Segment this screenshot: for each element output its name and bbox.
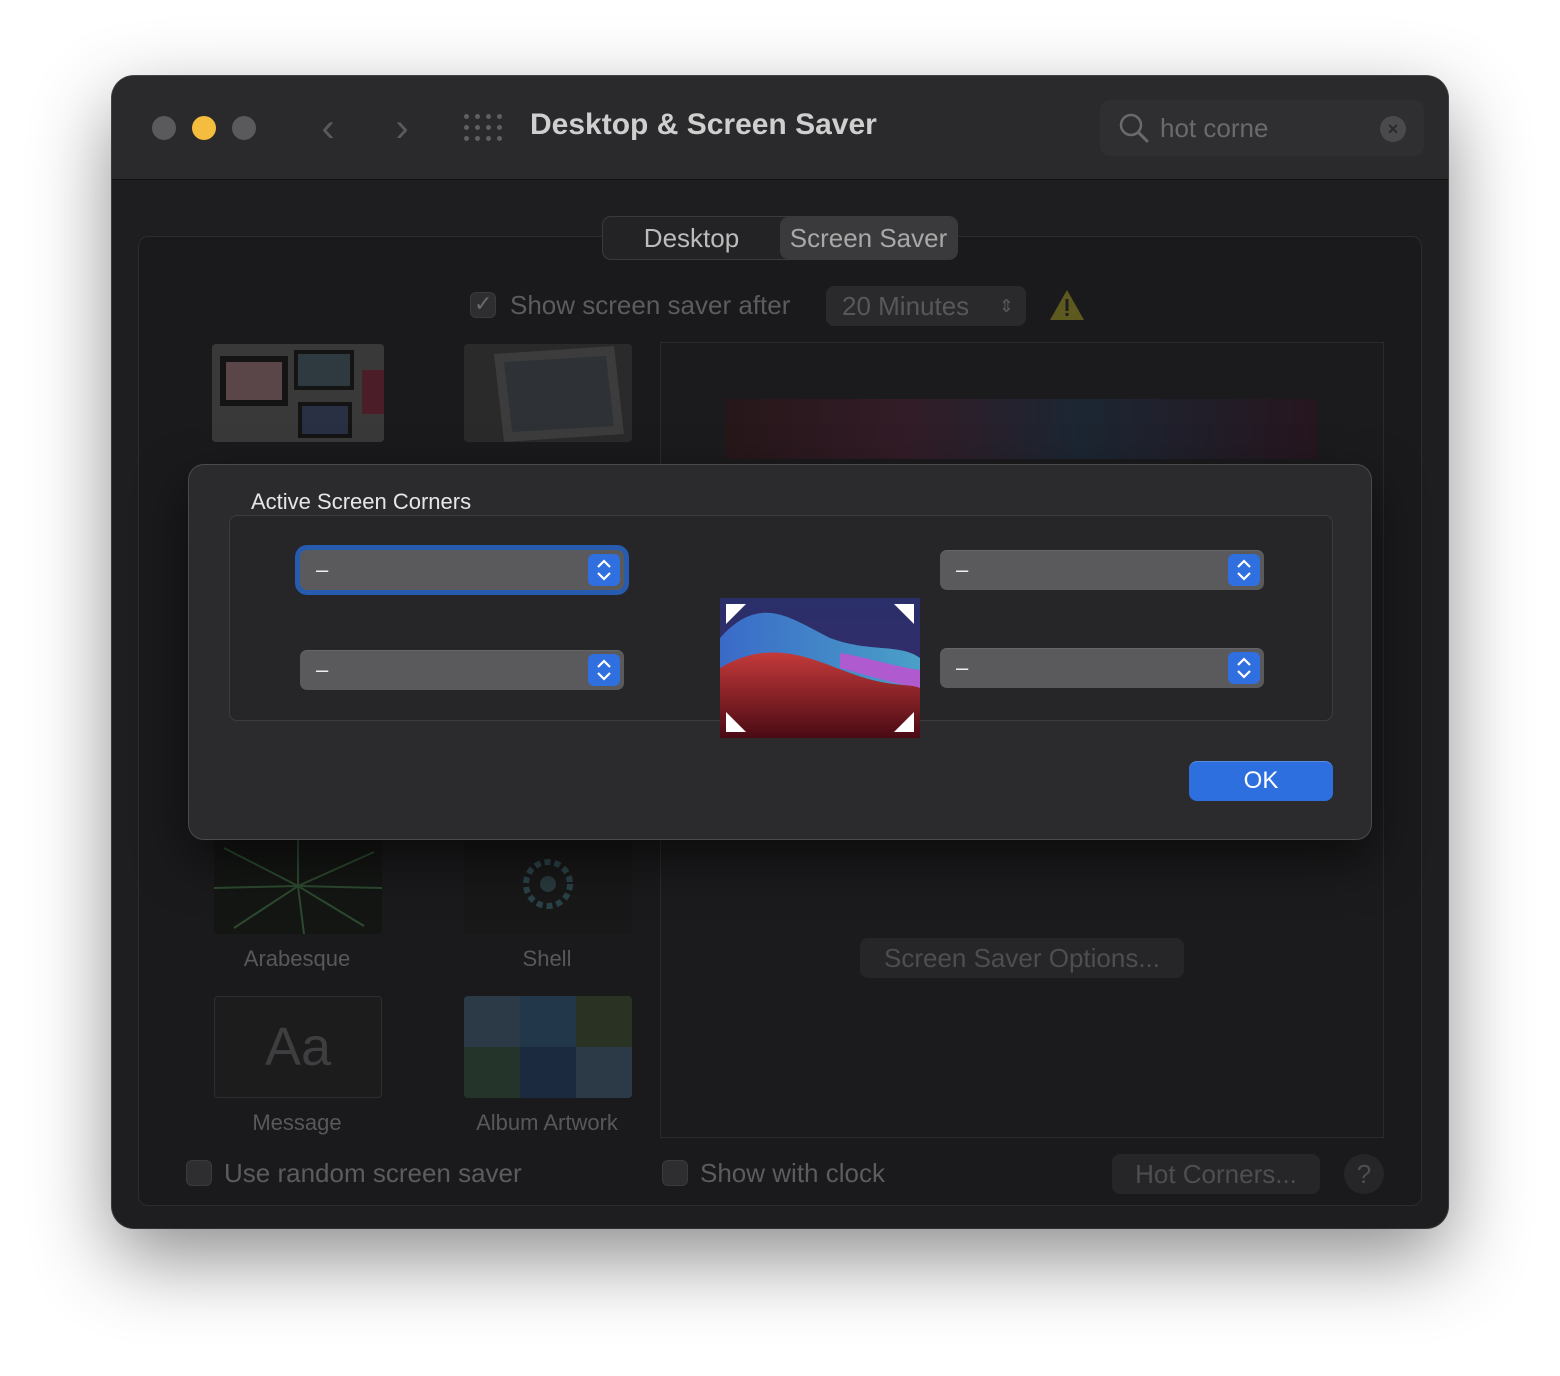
vintage-prints-image (464, 344, 632, 442)
saver-thumb-album-artwork[interactable] (464, 996, 632, 1098)
tab-segmented-control: Desktop Screen Saver (602, 216, 958, 260)
popup-stepper-icon (588, 654, 620, 686)
screen-saver-options-button[interactable]: Screen Saver Options... (860, 938, 1184, 978)
random-saver-label: Use random screen saver (224, 1158, 522, 1188)
help-button[interactable]: ? (1344, 1154, 1384, 1194)
bottom-left-corner-popup[interactable]: – (300, 650, 624, 690)
sheet-title: Active Screen Corners (251, 489, 472, 514)
saver-label-arabesque: Arabesque (243, 946, 351, 971)
saver-label-album-artwork: Album Artwork (476, 1110, 618, 1135)
close-window-button[interactable] (152, 116, 176, 140)
bottom-right-corner-value: – (956, 655, 969, 680)
popup-stepper-icon (588, 554, 620, 586)
saver-thumb-message[interactable]: Aa (214, 996, 382, 1098)
active-screen-corners-sheet: Active Screen Corners – – – – OK (188, 464, 1372, 840)
top-right-corner-value: – (956, 557, 969, 582)
show-after-value: 20 Minutes (842, 291, 970, 321)
saver-thumb-photo-wall[interactable] (212, 344, 384, 442)
show-clock-label: Show with clock (700, 1158, 885, 1188)
screen-preview-image (720, 598, 920, 738)
warning-icon (1050, 290, 1084, 320)
bottom-right-corner-popup[interactable]: – (940, 648, 1264, 688)
saver-label-message: Message (252, 1110, 342, 1135)
tab-desktop[interactable]: Desktop (603, 217, 780, 259)
select-arrows-icon: ⇕ (998, 296, 1014, 316)
show-after-select[interactable]: 20 Minutes ⇕ (826, 286, 1026, 326)
show-all-grid-icon[interactable] (464, 114, 502, 142)
shell-image (464, 838, 632, 934)
zoom-window-button[interactable] (232, 116, 256, 140)
show-after-label: Show screen saver after (510, 290, 791, 320)
message-glyph: Aa (264, 1017, 332, 1077)
bottom-left-corner-value: – (316, 657, 329, 682)
arabesque-image (214, 838, 382, 934)
back-chevron-icon[interactable]: ‹ (308, 106, 348, 150)
preview-image (725, 399, 1317, 459)
photo-wall-image (212, 344, 384, 442)
search-field[interactable]: × (1100, 100, 1424, 156)
saver-thumb-arabesque[interactable] (214, 838, 382, 934)
hot-corners-button[interactable]: Hot Corners... (1112, 1154, 1320, 1194)
ok-button[interactable]: OK (1189, 761, 1333, 801)
top-left-corner-value: – (316, 557, 329, 582)
album-artwork-image (464, 996, 632, 1098)
window-title: Desktop & Screen Saver (530, 108, 877, 141)
saver-label-shell: Shell (522, 946, 572, 971)
saver-thumb-shell[interactable] (464, 838, 632, 934)
show-after-checkbox[interactable] (470, 291, 496, 318)
popup-stepper-icon (1228, 554, 1260, 586)
titlebar: ‹ › Desktop & Screen Saver × (112, 76, 1448, 180)
clear-search-icon[interactable]: × (1380, 116, 1406, 142)
forward-chevron-icon[interactable]: › (382, 106, 422, 150)
popup-stepper-icon (1228, 652, 1260, 684)
search-icon (1119, 113, 1149, 143)
top-right-corner-popup[interactable]: – (940, 550, 1264, 590)
tab-screen-saver[interactable]: Screen Saver (780, 217, 957, 259)
minimize-window-button[interactable] (192, 116, 216, 140)
top-left-corner-popup[interactable]: – (300, 550, 624, 590)
random-saver-checkbox[interactable] (186, 1160, 212, 1186)
show-clock-checkbox[interactable] (662, 1160, 688, 1186)
search-input[interactable] (1160, 110, 1370, 146)
saver-thumb-vintage-prints[interactable] (464, 344, 632, 442)
corners-group: – – – – (229, 515, 1333, 738)
